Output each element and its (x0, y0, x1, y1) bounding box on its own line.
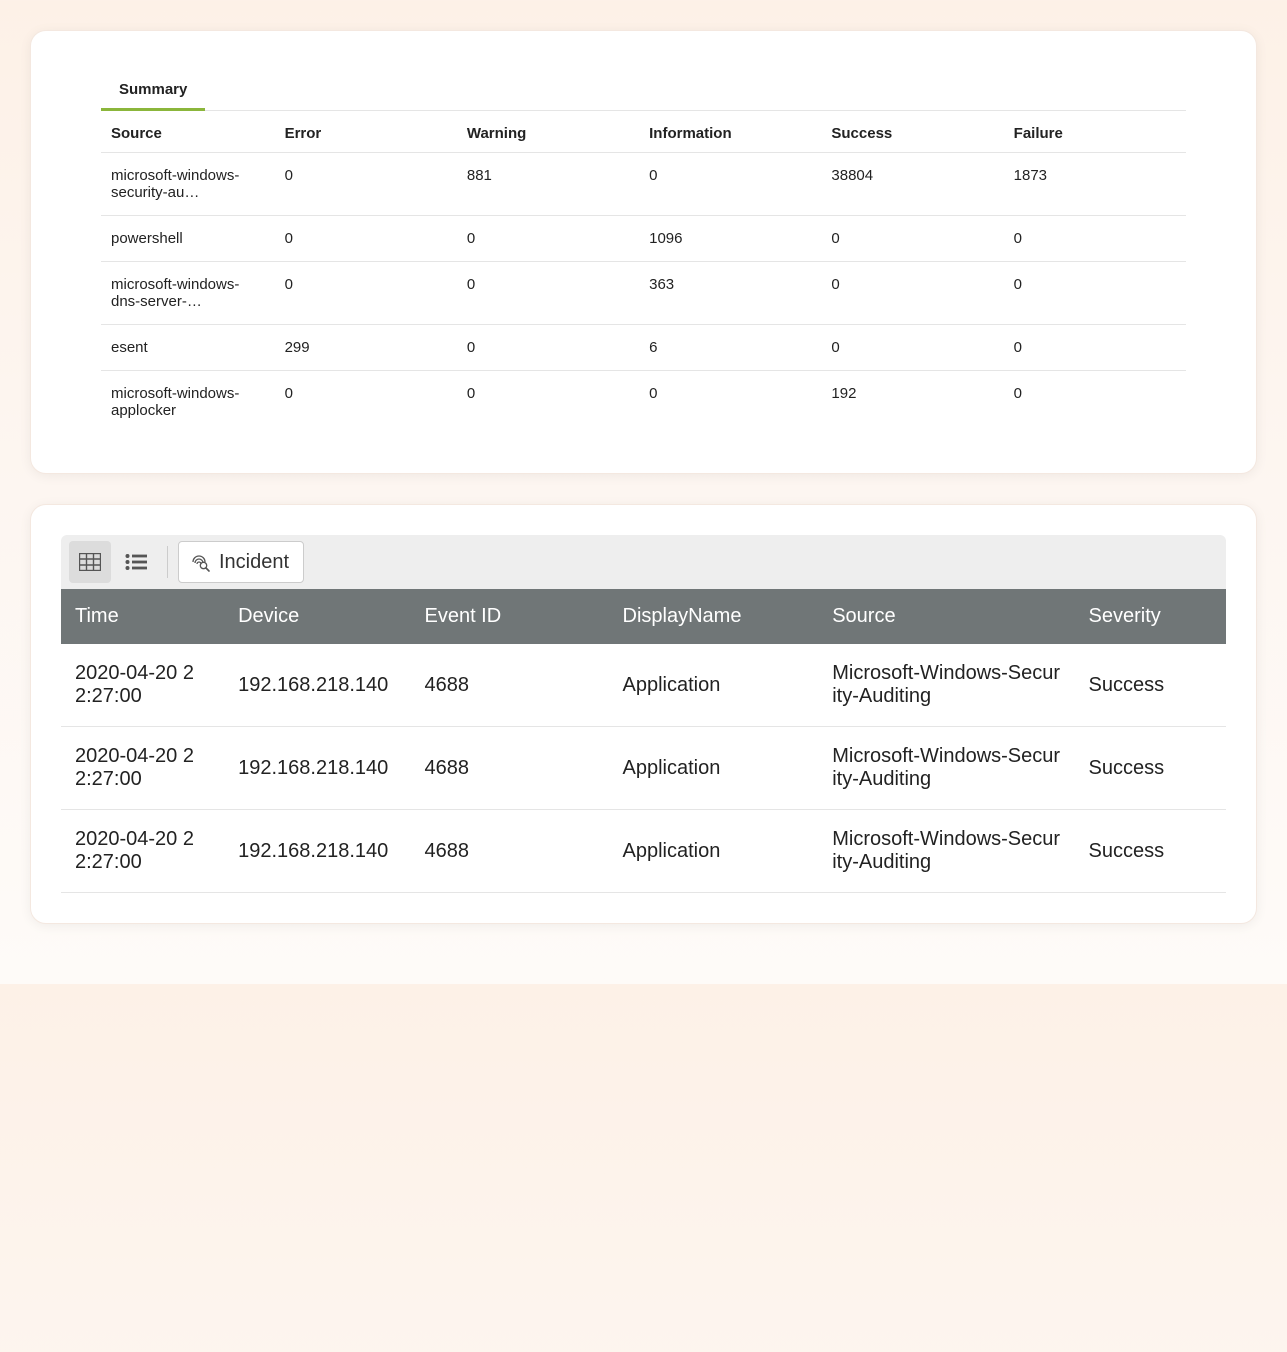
cell-warning: 0 (457, 216, 639, 262)
col-header-event-id[interactable]: Event ID (410, 589, 608, 644)
cell-error: 0 (275, 262, 457, 325)
table-row[interactable]: 2020-04-20 22:27:00192.168.218.1404688Ap… (61, 727, 1226, 810)
cell-success: 0 (821, 262, 1003, 325)
summary-card: Summary Source Error Warning Information… (30, 30, 1257, 474)
summary-table: Source Error Warning Information Success… (101, 111, 1186, 433)
col-header-time[interactable]: Time (61, 589, 224, 644)
col-header-displayname[interactable]: DisplayName (609, 589, 819, 644)
cell-success: 0 (821, 216, 1003, 262)
col-header-information[interactable]: Information (639, 111, 821, 153)
cell-severity: Success (1075, 644, 1226, 727)
cell-failure: 0 (1004, 216, 1186, 262)
table-row[interactable]: microsoft-windows-dns-server-…0036300 (101, 262, 1186, 325)
table-row[interactable]: microsoft-windows-applocker0001920 (101, 371, 1186, 434)
cell-error: 0 (275, 216, 457, 262)
table-row[interactable]: 2020-04-20 22:27:00192.168.218.1404688Ap… (61, 810, 1226, 893)
events-toolbar: Incident (61, 535, 1226, 589)
cell-error: 0 (275, 371, 457, 434)
cell-severity: Success (1075, 727, 1226, 810)
cell-event_id: 4688 (410, 644, 608, 727)
cell-display_name: Application (609, 644, 819, 727)
cell-source: esent (101, 325, 275, 371)
incident-button-label: Incident (219, 551, 289, 574)
cell-warning: 0 (457, 262, 639, 325)
cell-warning: 0 (457, 325, 639, 371)
col-header-failure[interactable]: Failure (1004, 111, 1186, 153)
summary-header-row: Source Error Warning Information Success… (101, 111, 1186, 153)
table-icon (79, 553, 101, 571)
cell-time: 2020-04-20 22:27:00 (61, 810, 224, 893)
cell-error: 299 (275, 325, 457, 371)
events-card: Incident Time Device Event ID DisplayNam… (30, 504, 1257, 924)
cell-failure: 0 (1004, 371, 1186, 434)
cell-device: 192.168.218.140 (224, 810, 410, 893)
cell-source: microsoft-windows-security-au… (101, 153, 275, 216)
col-header-warning[interactable]: Warning (457, 111, 639, 153)
cell-source: microsoft-windows-applocker (101, 371, 275, 434)
cell-success: 38804 (821, 153, 1003, 216)
view-table-button[interactable] (69, 541, 111, 583)
cell-time: 2020-04-20 22:27:00 (61, 644, 224, 727)
table-row[interactable]: esent2990600 (101, 325, 1186, 371)
list-icon (125, 553, 147, 571)
cell-failure: 1873 (1004, 153, 1186, 216)
cell-event_id: 4688 (410, 810, 608, 893)
tab-summary[interactable]: Summary (101, 71, 205, 111)
col-header-severity[interactable]: Severity (1075, 589, 1226, 644)
cell-success: 0 (821, 325, 1003, 371)
cell-display_name: Application (609, 810, 819, 893)
cell-event_id: 4688 (410, 727, 608, 810)
cell-error: 0 (275, 153, 457, 216)
incident-button[interactable]: Incident (178, 541, 304, 583)
cell-source: Microsoft-Windows-Security-Auditing (818, 810, 1074, 893)
cell-display_name: Application (609, 727, 819, 810)
cell-information: 363 (639, 262, 821, 325)
view-list-button[interactable] (115, 541, 157, 583)
cell-device: 192.168.218.140 (224, 727, 410, 810)
cell-severity: Success (1075, 810, 1226, 893)
cell-information: 0 (639, 153, 821, 216)
cell-warning: 881 (457, 153, 639, 216)
col-header-success[interactable]: Success (821, 111, 1003, 153)
fingerprint-search-icon (189, 551, 211, 573)
col-header-source[interactable]: Source (101, 111, 275, 153)
cell-time: 2020-04-20 22:27:00 (61, 727, 224, 810)
col-header-device[interactable]: Device (224, 589, 410, 644)
table-row[interactable]: 2020-04-20 22:27:00192.168.218.1404688Ap… (61, 644, 1226, 727)
col-header-source[interactable]: Source (818, 589, 1074, 644)
cell-source: powershell (101, 216, 275, 262)
tab-bar: Summary (101, 71, 1186, 111)
events-table: Time Device Event ID DisplayName Source … (61, 589, 1226, 893)
table-row[interactable]: microsoft-windows-security-au…0881038804… (101, 153, 1186, 216)
table-row[interactable]: powershell00109600 (101, 216, 1186, 262)
cell-device: 192.168.218.140 (224, 644, 410, 727)
cell-information: 6 (639, 325, 821, 371)
cell-source: Microsoft-Windows-Security-Auditing (818, 727, 1074, 810)
events-header-row: Time Device Event ID DisplayName Source … (61, 589, 1226, 644)
cell-source: microsoft-windows-dns-server-… (101, 262, 275, 325)
cell-success: 192 (821, 371, 1003, 434)
cell-warning: 0 (457, 371, 639, 434)
cell-information: 0 (639, 371, 821, 434)
cell-source: Microsoft-Windows-Security-Auditing (818, 644, 1074, 727)
col-header-error[interactable]: Error (275, 111, 457, 153)
cell-failure: 0 (1004, 262, 1186, 325)
toolbar-separator (167, 546, 168, 578)
cell-information: 1096 (639, 216, 821, 262)
cell-failure: 0 (1004, 325, 1186, 371)
